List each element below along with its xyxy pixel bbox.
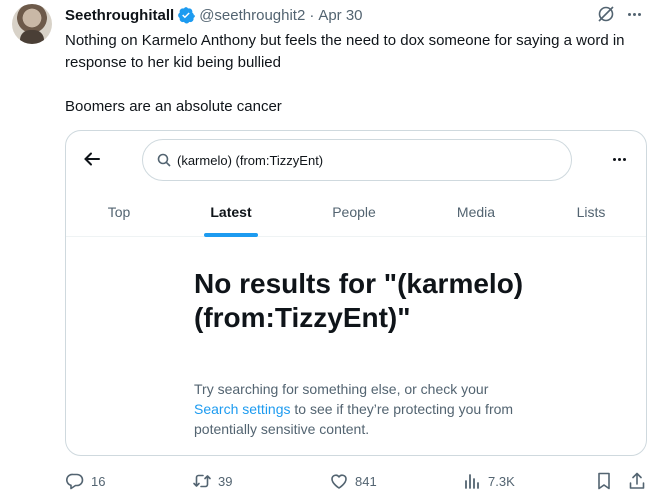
repost-icon — [193, 474, 211, 488]
no-results-message: Try searching for something else, or che… — [194, 379, 524, 439]
reply-count: 16 — [91, 473, 106, 489]
handle[interactable]: @seethroughit2 — [199, 7, 305, 24]
card-more-icon[interactable] — [609, 151, 629, 167]
separator: · — [309, 6, 315, 24]
post-date[interactable]: Apr 30 — [318, 7, 362, 24]
bookmark-icon — [598, 472, 610, 490]
tab-latest[interactable]: Latest — [172, 187, 290, 237]
search-settings-link[interactable]: Search settings — [194, 401, 291, 417]
back-arrow-icon[interactable] — [82, 149, 102, 169]
views-button[interactable]: 7.3K — [462, 468, 515, 494]
tweet-actions: 16 39 841 7.3K — [65, 468, 647, 494]
tweet-text-line1: Nothing on Karmelo Anthony but feels the… — [65, 32, 625, 71]
verified-badge-icon[interactable] — [177, 6, 196, 24]
share-button[interactable] — [627, 468, 647, 494]
search-input[interactable]: (karmelo) (from:TizzyEnt) — [142, 139, 572, 181]
reply-button[interactable]: 16 — [65, 468, 105, 494]
grok-icon[interactable] — [596, 4, 616, 24]
bookmark-button[interactable] — [594, 468, 614, 494]
reply-icon — [66, 473, 84, 490]
like-button[interactable]: 841 — [329, 468, 377, 494]
share-icon — [629, 472, 645, 489]
no-results-title: No results for "(karmelo) (from:TizzyEnt… — [194, 268, 524, 333]
tab-top[interactable]: Top — [66, 187, 172, 237]
repost-count: 39 — [218, 473, 233, 489]
tab-lists[interactable]: Lists — [534, 187, 646, 237]
avatar[interactable] — [12, 4, 52, 44]
like-icon — [331, 474, 347, 489]
like-count: 841 — [355, 473, 377, 489]
message-text: Try searching for something else, or che… — [194, 381, 489, 397]
tab-media[interactable]: Media — [418, 187, 534, 237]
views-icon — [465, 474, 479, 489]
tweet-text-line2: Boomers are an absolute cancer — [65, 98, 282, 115]
search-tabs: Top Latest People Media Lists — [66, 187, 646, 237]
screenshot-card[interactable]: (karmelo) (from:TizzyEnt) Top Latest Peo… — [65, 130, 647, 456]
display-name[interactable]: Seethroughitall — [65, 7, 174, 24]
search-icon — [157, 153, 171, 167]
tweet-text: Nothing on Karmelo Anthony but feels the… — [65, 30, 635, 118]
views-count: 7.3K — [488, 473, 515, 489]
tab-people[interactable]: People — [290, 187, 418, 237]
more-icon[interactable] — [624, 4, 644, 24]
search-query: (karmelo) (from:TizzyEnt) — [177, 152, 324, 168]
tweet-header: Seethroughitall @seethroughit2 · Apr 30 — [65, 4, 363, 26]
repost-button[interactable]: 39 — [192, 468, 232, 494]
